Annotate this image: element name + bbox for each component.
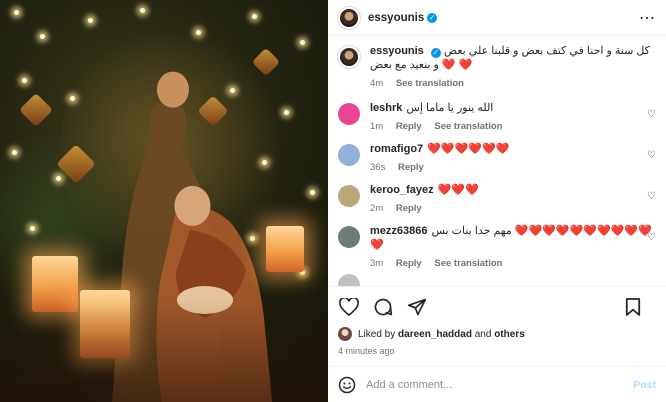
comment-time[interactable]: 2m bbox=[370, 203, 383, 214]
like-comment-heart-icon[interactable]: ♡ bbox=[647, 150, 656, 161]
comment-username[interactable]: leshrk bbox=[370, 102, 402, 114]
post-image[interactable] bbox=[0, 0, 328, 402]
comment-hearts: ❤️❤️❤️ bbox=[437, 184, 479, 196]
candle-right bbox=[266, 226, 304, 272]
avatar[interactable] bbox=[338, 144, 360, 166]
see-translation-button[interactable]: See translation bbox=[396, 78, 464, 89]
avatar[interactable] bbox=[338, 185, 360, 207]
comment-text: الله ينور يا ماما إس bbox=[406, 102, 494, 114]
post-modal: essyounis ✓ ⋯ essyounis ✓ كل سنة و احنا ف… bbox=[0, 0, 666, 402]
avatar[interactable] bbox=[338, 6, 360, 29]
comment-row: keroo_fayez ❤️❤️❤️ 2m Reply ♡ bbox=[338, 183, 656, 214]
comment-row: romafigo7 ❤️❤️❤️❤️❤️❤️ 36s Reply ♡ bbox=[338, 142, 656, 173]
avatar[interactable] bbox=[338, 274, 360, 286]
reply-button[interactable]: Reply bbox=[396, 203, 422, 214]
see-translation-button[interactable]: See translation bbox=[434, 121, 502, 132]
avatar[interactable] bbox=[338, 226, 360, 248]
more-icon[interactable]: ⋯ bbox=[639, 8, 656, 28]
verified-badge-icon: ✓ bbox=[427, 12, 438, 23]
see-translation-button[interactable]: See translation bbox=[434, 258, 502, 269]
action-bar bbox=[328, 286, 666, 326]
reply-button[interactable]: Reply bbox=[396, 258, 422, 269]
add-comment-input[interactable] bbox=[366, 378, 634, 391]
post-comment-button[interactable]: Post bbox=[633, 379, 656, 391]
avatar[interactable] bbox=[338, 103, 360, 125]
liked-by-label: Liked by bbox=[358, 328, 396, 340]
like-comment-heart-icon[interactable]: ♡ bbox=[647, 232, 656, 243]
header-username[interactable]: essyounis bbox=[368, 12, 424, 24]
caption: essyounis ✓ كل سنة و احنا في كتف بعض و قل… bbox=[338, 44, 656, 89]
avatar[interactable] bbox=[338, 46, 360, 68]
caption-hearts: ❤️ ❤️ bbox=[441, 59, 473, 71]
comment-time[interactable]: 1m bbox=[370, 121, 383, 132]
liked-others[interactable]: others bbox=[494, 329, 525, 340]
add-comment-bar: Post bbox=[328, 366, 666, 402]
like-comment-heart-icon[interactable]: ♡ bbox=[647, 109, 656, 120]
caption-username[interactable]: essyounis bbox=[370, 45, 424, 57]
comment-bubble-icon[interactable] bbox=[372, 296, 394, 318]
comment-text: مهم جدا بنات بس bbox=[431, 225, 512, 237]
like-comment-heart-icon[interactable]: ♡ bbox=[647, 191, 656, 202]
comment-username[interactable]: romafigo7 bbox=[370, 143, 423, 155]
comment-username[interactable]: keroo_fayez bbox=[370, 184, 434, 196]
verified-badge-icon: ✓ bbox=[430, 48, 441, 58]
avatar[interactable] bbox=[338, 327, 352, 341]
comment-row: leshrk الله ينور يا ماما إس 1m Reply See … bbox=[338, 101, 656, 132]
likes-summary: Liked by dareen_haddad and others bbox=[328, 326, 666, 342]
post-header: essyounis ✓ ⋯ bbox=[328, 0, 666, 36]
comment-hearts: ❤️❤️❤️❤️❤️❤️ bbox=[427, 143, 510, 155]
bookmark-icon[interactable] bbox=[622, 296, 644, 318]
caption-time[interactable]: 4m bbox=[370, 78, 383, 89]
comments-list: essyounis ✓ كل سنة و احنا في كتف بعض و قل… bbox=[328, 36, 666, 286]
emoji-icon[interactable] bbox=[338, 376, 356, 394]
comment-time[interactable]: 3m bbox=[370, 258, 383, 269]
liked-and-label: and bbox=[474, 328, 492, 340]
reply-button[interactable]: Reply bbox=[398, 162, 424, 173]
comment-time[interactable]: 36s bbox=[370, 162, 385, 173]
liked-by-user[interactable]: dareen_haddad bbox=[398, 329, 472, 340]
like-heart-icon[interactable] bbox=[338, 296, 360, 318]
comment-username[interactable]: mezz63866 bbox=[370, 225, 428, 237]
post-side-panel: essyounis ✓ ⋯ essyounis ✓ كل سنة و احنا ف… bbox=[328, 0, 666, 402]
reply-button[interactable]: Reply bbox=[396, 121, 422, 132]
post-timestamp[interactable]: 4 minutes ago bbox=[328, 342, 666, 366]
share-send-icon[interactable] bbox=[406, 296, 428, 318]
comment-row: mezz63866 مهم جدا بنات بس ❤️❤️❤️❤️❤️❤️❤️❤… bbox=[338, 224, 656, 269]
